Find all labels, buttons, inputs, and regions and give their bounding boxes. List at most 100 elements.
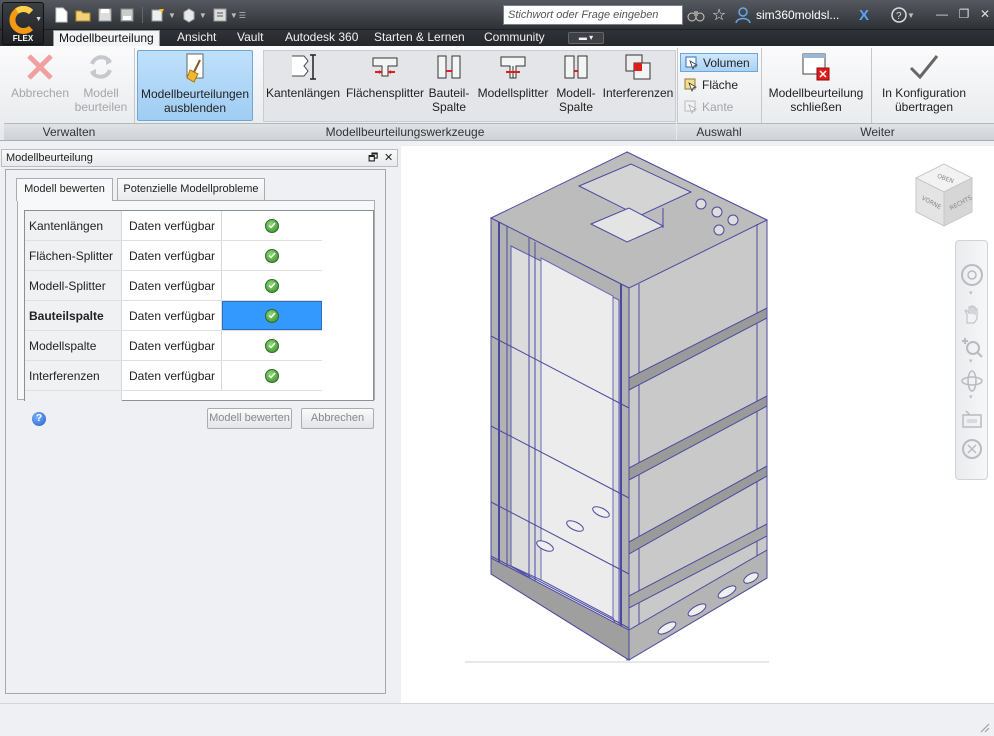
chevron-down-icon[interactable]: ▼ xyxy=(168,11,176,20)
status-cell[interactable] xyxy=(222,331,322,360)
modell-beurteilen-button: Modell beurteilen xyxy=(72,50,130,114)
app-logo-caption: FLEX xyxy=(12,34,34,43)
table-row[interactable]: Modell-Splitter Daten verfügbar xyxy=(25,271,322,301)
button-label: Modellbeurteilung xyxy=(768,86,864,100)
button-label: schließen xyxy=(790,100,842,114)
graphics-viewport[interactable]: OBEN VORNE RECHTS xyxy=(401,146,994,703)
chevron-down-icon[interactable]: ▾ xyxy=(969,357,973,365)
tab-modellbeurteilung[interactable]: Modellbeurteilung xyxy=(53,30,160,46)
new-file-icon[interactable] xyxy=(52,6,70,24)
close-icon[interactable]: ✕ xyxy=(977,6,993,22)
resize-grip-icon[interactable] xyxy=(978,721,990,733)
table-row[interactable]: Flächen-Splitter Daten verfügbar xyxy=(25,241,322,271)
help-icon[interactable]: ? xyxy=(32,412,46,426)
chevron-down-icon[interactable]: ▼ xyxy=(907,11,915,20)
status-bar xyxy=(0,703,994,736)
check-icon xyxy=(265,218,279,233)
row-status: Daten verfügbar xyxy=(122,271,222,300)
exchange-x-icon[interactable]: X xyxy=(855,6,873,24)
table-row-selected[interactable]: Bauteilspalte Daten verfügbar xyxy=(25,301,322,331)
save-icon[interactable] xyxy=(96,6,114,24)
part-gap-icon xyxy=(437,55,461,79)
table-row[interactable]: Interferenzen Daten verfügbar xyxy=(25,361,322,391)
properties-icon[interactable] xyxy=(211,6,229,24)
model-gap-icon xyxy=(564,55,588,79)
minimize-icon[interactable]: — xyxy=(934,6,950,22)
status-cell[interactable] xyxy=(222,241,322,270)
help-icon[interactable]: ? xyxy=(890,6,908,24)
option-label: Volumen xyxy=(703,55,750,70)
panel-title-werkzeuge: Modellbeurteilungswerkzeuge xyxy=(134,123,676,140)
volumen-option[interactable]: Volumen xyxy=(680,53,758,72)
full-navigation-wheel-icon[interactable] xyxy=(960,437,984,461)
row-name: Kantenlängen xyxy=(25,211,122,240)
table-row[interactable]: Kantenlängen Daten verfügbar xyxy=(25,211,322,241)
close-icon[interactable]: ✕ xyxy=(384,150,393,166)
bauteil-spalte-button[interactable]: Bauteil- Spalte xyxy=(427,50,471,114)
application-menu-button[interactable]: FLEX ▼ xyxy=(2,2,44,45)
tab-modell-bewerten[interactable]: Modell bewerten xyxy=(16,178,113,201)
binoculars-icon[interactable] xyxy=(687,6,705,24)
row-name: Flächen-Splitter xyxy=(25,241,122,270)
flaeche-option[interactable]: Fläche xyxy=(680,75,758,94)
row-status: Daten verfügbar xyxy=(122,361,222,390)
panel-title-weiter: Weiter xyxy=(761,123,994,140)
tab-ansicht[interactable]: Ansicht xyxy=(177,30,216,46)
look-at-icon[interactable] xyxy=(960,407,984,431)
tab-vault[interactable]: Vault xyxy=(237,30,263,46)
steering-wheel-icon[interactable] xyxy=(960,263,984,287)
save-all-icon[interactable] xyxy=(118,6,136,24)
customize-qat-icon[interactable]: ☰ xyxy=(239,11,246,20)
kante-option: Kante xyxy=(680,97,758,116)
chevron-down-icon[interactable]: ▾ xyxy=(969,289,973,297)
chevron-down-icon[interactable]: ▼ xyxy=(199,11,207,20)
restore-icon[interactable]: 🗗 xyxy=(368,150,378,166)
status-cell[interactable] xyxy=(222,301,322,330)
user-icon[interactable] xyxy=(734,6,752,24)
browser-header: Modellbeurteilung 🗗 ✕ xyxy=(1,149,398,167)
kantenlaengen-button[interactable]: Kantenlängen xyxy=(265,50,341,100)
grid-filler xyxy=(25,391,122,401)
tab-community[interactable]: Community xyxy=(484,30,545,46)
zoom-icon[interactable] xyxy=(960,335,984,359)
table-row[interactable]: Modellspalte Daten verfügbar xyxy=(25,331,322,361)
return-icon[interactable] xyxy=(149,6,167,24)
model-browser: Modellbeurteilung 🗗 ✕ Modell bewerten Po… xyxy=(0,141,400,736)
restore-icon[interactable]: ❐ xyxy=(956,6,972,22)
row-status: Daten verfügbar xyxy=(122,241,222,270)
check-icon xyxy=(265,308,279,323)
svg-text:?: ? xyxy=(896,11,902,22)
pan-hand-icon[interactable] xyxy=(960,303,984,327)
material-cube-icon[interactable] xyxy=(180,6,198,24)
viewcube[interactable]: OBEN VORNE RECHTS xyxy=(906,156,980,236)
modell-spalte-button[interactable]: Modell- Spalte xyxy=(554,50,598,114)
user-name[interactable]: sim360moldsl... xyxy=(756,8,839,22)
flaechensplitter-button[interactable]: Flächensplitter xyxy=(344,50,426,100)
orbit-icon[interactable] xyxy=(960,369,984,393)
chevron-down-icon[interactable]: ▼ xyxy=(230,11,238,20)
in-konfiguration-uebertragen-button[interactable]: In Konfiguration übertragen xyxy=(874,50,974,114)
modellbeurteilung-schliessen-button[interactable]: Modellbeurteilung schließen xyxy=(764,50,868,114)
modellsplitter-button[interactable]: Modellsplitter xyxy=(474,50,552,100)
star-icon[interactable]: ☆ xyxy=(710,6,728,24)
tab-starten-lernen[interactable]: Starten & Lernen xyxy=(374,30,465,46)
tab-potenzielle-modellprobleme[interactable]: Potenzielle Modellprobleme xyxy=(117,178,265,200)
row-name: Modell-Splitter xyxy=(25,271,122,300)
button-label: Spalte xyxy=(558,100,594,114)
open-folder-icon[interactable] xyxy=(74,6,92,24)
modell-bewerten-button: Modell bewerten xyxy=(207,408,292,429)
button-label: Modellbeurteilungen xyxy=(140,87,250,101)
row-name: Bauteilspalte xyxy=(25,301,122,330)
tab-autodesk-360[interactable]: Autodesk 360 xyxy=(285,30,358,46)
row-status: Daten verfügbar xyxy=(122,331,222,360)
status-cell[interactable] xyxy=(222,271,322,300)
search-input[interactable]: Stichwort oder Frage eingeben xyxy=(503,5,683,25)
chevron-down-icon[interactable]: ▾ xyxy=(969,393,973,401)
interferenzen-button[interactable]: Interferenzen xyxy=(601,50,675,100)
status-cell[interactable] xyxy=(222,211,322,240)
ribbon-minimize-button[interactable]: ▬ ▾ xyxy=(568,32,604,44)
interference-icon xyxy=(625,54,651,80)
ausblenden-button[interactable]: Modellbeurteilungen ausblenden xyxy=(137,50,253,121)
browser-title: Modellbeurteilung xyxy=(6,152,93,164)
status-cell[interactable] xyxy=(222,361,322,390)
